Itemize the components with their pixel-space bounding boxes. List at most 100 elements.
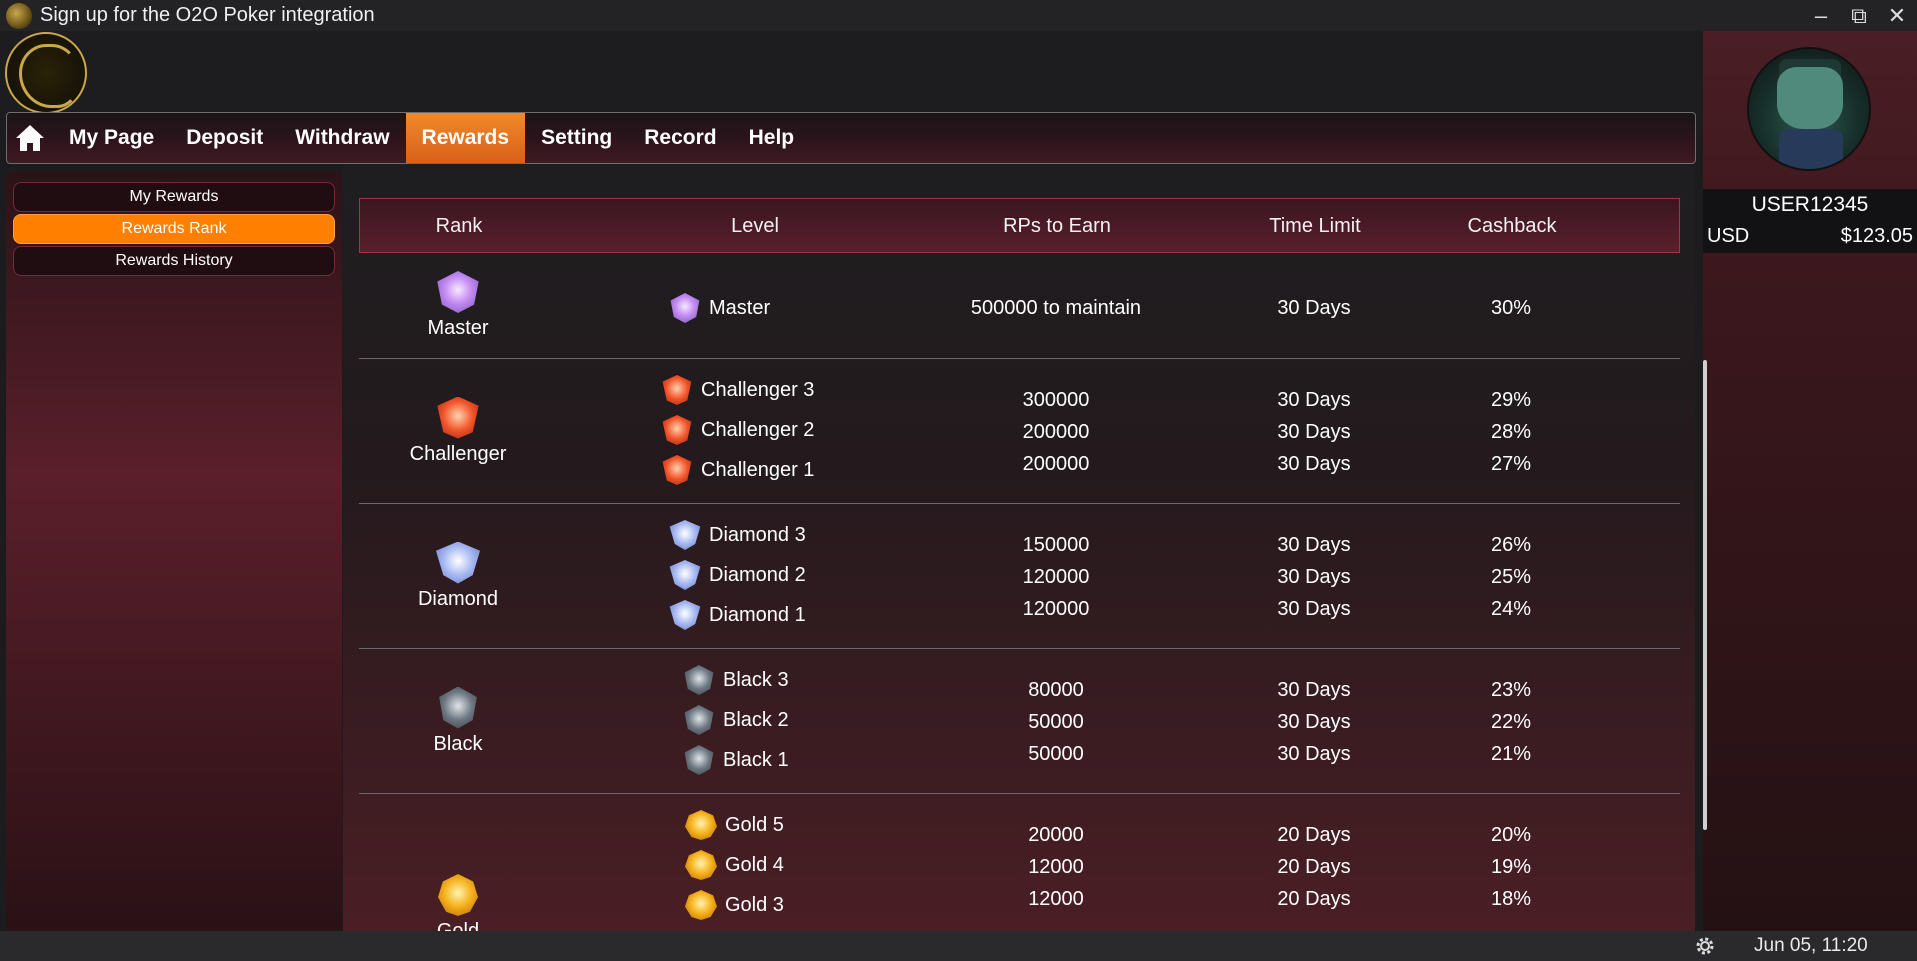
rank-name: Diamond	[417, 587, 499, 610]
rps-value: 80000	[1028, 679, 1084, 701]
nav-record[interactable]: Record	[628, 113, 732, 163]
rank-group-challenger: Challenger Challenger 3 Challenger 2 Cha…	[359, 359, 1680, 504]
rank-name: Gold	[436, 920, 480, 931]
cashback-value: 30%	[1490, 297, 1532, 319]
level-name: Diamond 1	[709, 603, 806, 626]
rank-group-diamond: Diamond Diamond 3 Diamond 2 Diamond 1 15…	[359, 504, 1680, 649]
home-icon	[16, 125, 44, 151]
sidebar-item-rewards-rank[interactable]: Rewards Rank	[13, 214, 335, 244]
avatar-body	[1779, 129, 1843, 169]
level-name: Diamond 3	[709, 523, 806, 546]
challenger-badge-icon	[662, 415, 692, 445]
gear-icon[interactable]	[1692, 934, 1718, 958]
header	[0, 31, 1703, 111]
balance-amount: $123.05	[1840, 225, 1913, 247]
diamond-badge-icon	[669, 560, 701, 590]
rps-value: 20000	[1028, 824, 1084, 846]
gold-badge-icon	[438, 874, 478, 916]
level-name: Black 1	[723, 748, 789, 771]
black-badge-icon	[439, 686, 477, 729]
time-limit-value: 30 Days	[1277, 598, 1351, 620]
nav-rewards[interactable]: Rewards	[405, 113, 526, 163]
time-limit-value: 20 Days	[1277, 856, 1351, 878]
sidebar-item-rewards-history[interactable]: Rewards History	[13, 246, 335, 276]
nav-deposit[interactable]: Deposit	[170, 113, 279, 163]
gold-badge-icon	[685, 890, 717, 920]
rps-value: 500000 to maintain	[970, 297, 1142, 319]
table-row: Diamond 2	[669, 560, 806, 590]
restore-icon[interactable]: ⧉	[1849, 4, 1869, 27]
table-row: Black 1	[683, 745, 789, 775]
nav-setting[interactable]: Setting	[525, 113, 628, 163]
black-badge-icon	[684, 705, 714, 735]
time-limit-value: 30 Days	[1277, 679, 1351, 701]
sidebar-item-my-rewards[interactable]: My Rewards	[13, 182, 335, 212]
rank-cell: Challenger	[359, 359, 557, 503]
gold-badge-icon	[685, 850, 717, 880]
time-limit-value: 30 Days	[1277, 534, 1351, 556]
level-name: Challenger 1	[701, 458, 815, 481]
rps-value: 300000	[1022, 389, 1090, 411]
user-info: USER12345 USD $123.05	[1703, 189, 1917, 253]
table-row: Diamond 3	[669, 520, 806, 550]
avatar[interactable]	[1747, 47, 1871, 171]
gold-badge-icon	[685, 810, 717, 840]
table-header: Rank Level RPs to Earn Time Limit Cashba…	[359, 198, 1680, 253]
master-badge-icon	[670, 293, 700, 323]
cashback-value: 20%	[1490, 824, 1532, 846]
rps-value: 200000	[1022, 453, 1090, 475]
rank-cell: Gold	[359, 794, 557, 931]
column-header-time-limit: Time Limit	[1269, 215, 1361, 237]
cashback-value: 26%	[1490, 534, 1532, 556]
home-button[interactable]	[7, 113, 53, 163]
challenger-badge-icon	[437, 396, 479, 439]
rps-value: 200000	[1022, 421, 1090, 443]
table-row: Challenger 2	[661, 415, 814, 445]
nav-withdraw[interactable]: Withdraw	[279, 113, 405, 163]
minimize-icon[interactable]: –	[1811, 4, 1831, 27]
black-badge-icon	[684, 665, 714, 695]
nav-help[interactable]: Help	[733, 113, 811, 163]
rps-value: 120000	[1022, 566, 1090, 588]
table-row: Black 3	[683, 665, 789, 695]
time-limit-value: 30 Days	[1277, 421, 1351, 443]
challenger-badge-icon	[662, 455, 692, 485]
cashback-value: 23%	[1490, 679, 1532, 701]
rank-name: Master	[427, 317, 489, 339]
scrollbar[interactable]	[1703, 360, 1707, 830]
column-header-cashback: Cashback	[1467, 215, 1557, 237]
rps-value: 50000	[1028, 711, 1084, 733]
time-limit-value: 30 Days	[1277, 566, 1351, 588]
cashback-value: 19%	[1490, 856, 1532, 878]
nav-my-page[interactable]: My Page	[53, 113, 170, 163]
column-header-rps: RPs to Earn	[1003, 215, 1111, 237]
rank-name: Black	[433, 732, 483, 755]
status-bar: Jun 05, 11:20	[0, 931, 1917, 961]
time-limit-value: 30 Days	[1277, 743, 1351, 765]
diamond-badge-icon	[669, 520, 701, 550]
window-controls: – ⧉ ✕	[1811, 0, 1907, 31]
rps-value: 12000	[1028, 888, 1084, 910]
close-icon[interactable]: ✕	[1887, 4, 1907, 27]
level-name: Challenger 2	[701, 418, 815, 441]
table-row: Black 2	[683, 705, 789, 735]
cashback-value: 21%	[1490, 743, 1532, 765]
level-name: Challenger 3	[701, 378, 815, 401]
table-row: Diamond 1	[669, 600, 806, 630]
table-row: Challenger 1	[661, 455, 814, 485]
time-limit-value: 20 Days	[1277, 888, 1351, 910]
table-row: Gold 4	[685, 850, 784, 880]
app-logo-icon	[6, 2, 32, 29]
cashback-value: 18%	[1490, 888, 1532, 910]
rank-name: Challenger	[409, 442, 507, 465]
rps-value: 120000	[1022, 598, 1090, 620]
level-name: Black 3	[723, 668, 789, 691]
time-limit-value: 30 Days	[1277, 711, 1351, 733]
cashback-value: 29%	[1490, 389, 1532, 411]
rank-group-black: Black Black 3 Black 2 Black 1 80000 5000…	[359, 649, 1680, 794]
rps-value: 50000	[1028, 743, 1084, 765]
rps-value: 150000	[1022, 534, 1090, 556]
cashback-value: 28%	[1490, 421, 1532, 443]
master-badge-icon	[437, 271, 479, 313]
table-row: Master	[669, 293, 770, 323]
